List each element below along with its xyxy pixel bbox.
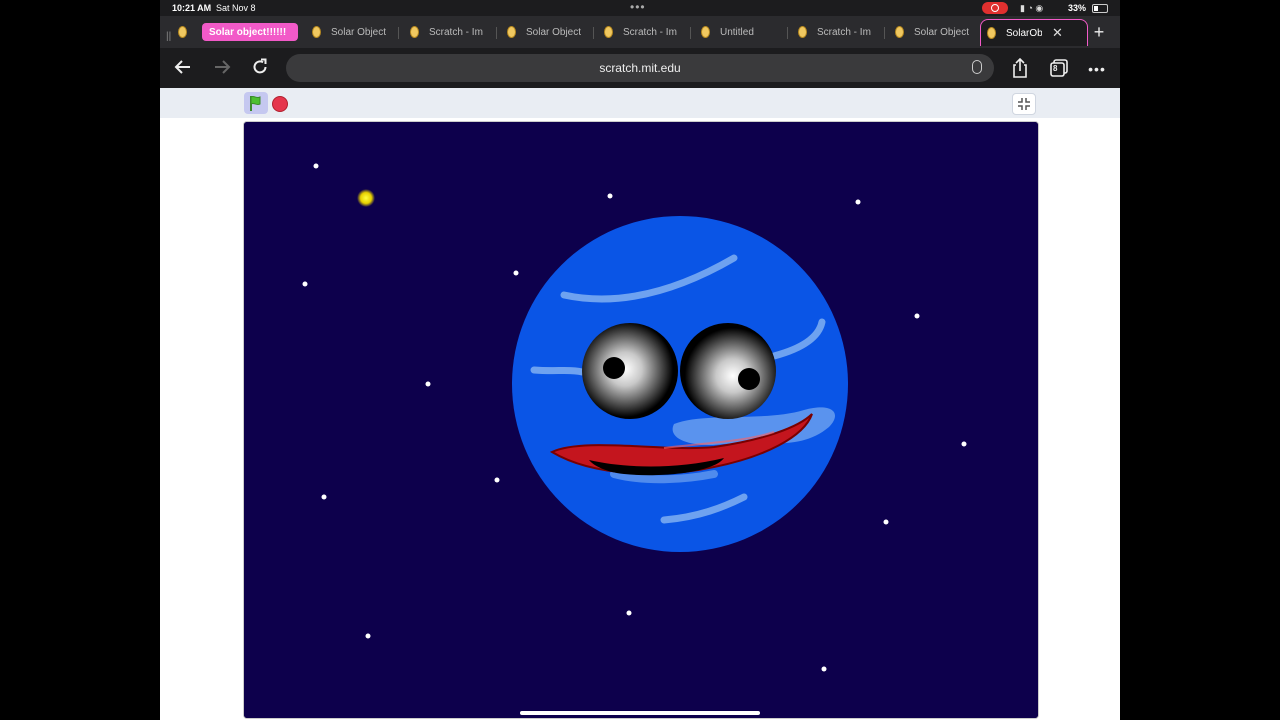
reload-icon [253, 58, 267, 74]
signal-wifi-icon: ▮ ◔ ◉ [1020, 3, 1044, 13]
browser-toolbar: scratch.mit.edu 8 ••• [160, 48, 1120, 88]
more-button[interactable]: ••• [1086, 58, 1108, 78]
scratch-favicon-icon [895, 26, 904, 38]
green-flag-icon [250, 95, 261, 111]
sun-dot [357, 189, 375, 207]
tab-scratch-2[interactable]: Scratch - Im [604, 23, 684, 41]
url-text: scratch.mit.edu [599, 61, 681, 75]
status-bar: 10:21 AM Sat Nov 8 ••• ▮ ◔ ◉ 33% [160, 0, 1120, 16]
tab-scratch-3[interactable]: Scratch - Im [798, 23, 878, 41]
tabs-icon [1050, 59, 1068, 77]
share-icon [1013, 57, 1027, 78]
back-button[interactable] [172, 58, 194, 78]
status-date: Sat Nov 8 [216, 3, 256, 13]
scratch-favicon-icon [701, 26, 710, 38]
battery-icon [1092, 4, 1108, 13]
scratch-favicon-icon [312, 26, 321, 38]
scratch-favicon-icon [798, 26, 807, 38]
tab-solar-object-2[interactable]: Solar Object [507, 23, 587, 41]
status-time: 10:21 AM [172, 3, 212, 13]
new-tab-button[interactable]: + [1089, 23, 1109, 41]
tab-label: Scratch - Im [817, 26, 871, 38]
scratch-favicon-icon [507, 26, 516, 38]
tab-count: 8 [1053, 64, 1058, 73]
share-button[interactable] [1009, 57, 1031, 78]
scratch-page [160, 88, 1120, 720]
right-eye [680, 323, 776, 419]
tab-label: Solar Object [914, 26, 970, 38]
tab-label: Scratch - Im [429, 26, 483, 38]
tab-solarobj-active[interactable]: SolarOb ✕ [980, 19, 1088, 46]
tab-bar: || Solar object!!!!!! Solar Object Scrat… [160, 16, 1120, 48]
tab-solar-object-3[interactable]: Solar Object [895, 23, 975, 41]
tab-label: SolarOb [1006, 27, 1042, 39]
battery-percent: 33% [1068, 3, 1087, 13]
left-eye [582, 323, 678, 419]
scratch-favicon-icon [410, 26, 419, 38]
screen-recording-icon [982, 2, 1008, 14]
scratch-favicon-icon [604, 26, 613, 38]
microphone-icon[interactable] [972, 60, 982, 74]
ipad-screen: 10:21 AM Sat Nov 8 ••• ▮ ◔ ◉ 33% || Sola… [160, 0, 1120, 720]
tab-solar-object-pink[interactable]: Solar object!!!!!! [202, 23, 298, 41]
tab-label: Solar object!!!!!! [209, 26, 287, 38]
forward-arrow-icon [215, 60, 231, 74]
multitask-dots-icon[interactable]: ••• [630, 0, 646, 14]
forward-button[interactable] [211, 58, 233, 78]
tab-label: Solar Object [331, 26, 387, 38]
stage-scene [244, 122, 1038, 718]
tab-overflow-icon[interactable]: || [166, 27, 174, 45]
address-bar[interactable]: scratch.mit.edu [286, 54, 994, 82]
exit-fullscreen-icon [1018, 98, 1030, 110]
stage-header [160, 88, 1120, 118]
tabs-overview-button[interactable]: 8 [1048, 58, 1070, 78]
reload-button[interactable] [249, 58, 271, 78]
stop-button[interactable] [272, 96, 288, 112]
tab-label: Solar Object [526, 26, 582, 38]
tab-scratch-1[interactable]: Scratch - Im [410, 23, 490, 41]
tab-favicon-only[interactable] [178, 23, 190, 41]
green-flag-button[interactable] [244, 92, 268, 114]
exit-fullscreen-button[interactable] [1012, 93, 1036, 115]
scratch-favicon-icon [987, 27, 996, 39]
tab-solar-object-1[interactable]: Solar Object [312, 23, 392, 41]
back-arrow-icon [174, 60, 190, 74]
planet-sprite[interactable] [512, 216, 848, 552]
stage-canvas[interactable] [243, 121, 1039, 719]
tab-label: Scratch - Im [623, 26, 677, 38]
home-indicator[interactable] [520, 711, 760, 715]
close-tab-icon[interactable]: ✕ [1052, 25, 1063, 41]
tab-untitled[interactable]: Untitled [701, 23, 781, 41]
tab-label: Untitled [720, 26, 754, 38]
plus-icon: + [1093, 22, 1105, 42]
scratch-favicon-icon [178, 26, 187, 38]
more-icon: ••• [1088, 61, 1106, 77]
